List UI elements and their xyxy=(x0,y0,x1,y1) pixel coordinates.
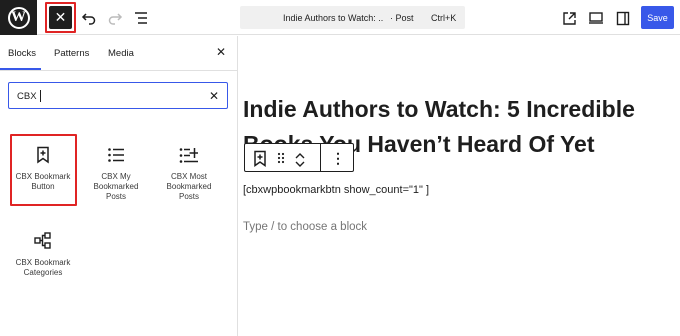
move-down-button[interactable] xyxy=(293,155,307,173)
redo-button[interactable] xyxy=(104,7,126,29)
wordpress-logo-glyph: W xyxy=(11,9,26,25)
block-type-button[interactable] xyxy=(251,149,269,167)
block-appender-placeholder[interactable]: Type / to choose a block xyxy=(243,221,367,233)
view-post-icon xyxy=(562,11,576,25)
toolbar-separator xyxy=(320,144,321,171)
shortcut-hint: Ctrl+K xyxy=(431,13,457,23)
block-options-button[interactable]: ⋮ xyxy=(329,149,347,167)
shortcode-block[interactable]: [cbxwpbookmarkbtn show_count="1" ] xyxy=(243,184,429,196)
bookmark-add-icon xyxy=(254,150,266,167)
block-cbx-bookmark-button[interactable]: CBX Bookmark Button xyxy=(11,136,75,192)
block-cbx-my-bookmarked-posts[interactable]: CBX My Bookmarked Posts xyxy=(84,136,148,202)
search-value: CBX xyxy=(17,91,37,102)
close-icon: ✕ xyxy=(215,45,227,59)
settings-sidebar-button[interactable] xyxy=(612,7,634,29)
block-label: CBX Most Bookmarked Posts xyxy=(166,172,212,201)
move-down-icon xyxy=(295,161,305,167)
bookmark-add-icon xyxy=(32,144,54,166)
document-overview-button[interactable] xyxy=(130,7,152,29)
close-icon: ✕ xyxy=(208,89,220,103)
block-toolbar: ⋮ xyxy=(244,143,354,172)
block-cbx-bookmark-categories[interactable]: CBX Bookmark Categories xyxy=(11,222,75,278)
active-tab-indicator xyxy=(0,68,41,70)
clear-search-button[interactable]: ✕ xyxy=(207,89,221,103)
category-tree-icon xyxy=(32,230,54,252)
command-palette-bar[interactable]: Indie Authors to Watch: ... · Post Ctrl+… xyxy=(240,6,465,29)
block-cbx-most-bookmarked-posts[interactable]: CBX Most Bookmarked Posts xyxy=(157,136,221,202)
drag-handle[interactable] xyxy=(275,149,287,167)
view-post-button[interactable] xyxy=(558,7,580,29)
block-label: CBX My Bookmarked Posts xyxy=(93,172,139,201)
block-label: CBX Bookmark Button xyxy=(15,172,71,191)
editor-header: W ✕ Indie Authors to Watch: ... · Post C… xyxy=(0,0,680,35)
tab-media[interactable]: Media xyxy=(108,48,134,59)
document-title: Indie Authors to Watch: ... xyxy=(283,13,383,23)
tab-blocks[interactable]: Blocks xyxy=(8,48,36,59)
wordpress-logo-icon: W xyxy=(7,6,30,29)
undo-button[interactable] xyxy=(78,7,100,29)
inserter-tabs: Blocks Patterns Media ✕ xyxy=(0,36,237,71)
close-inserter-button[interactable]: ✕ xyxy=(49,6,72,29)
document-overview-icon xyxy=(135,12,147,24)
list-add-icon xyxy=(178,144,200,166)
save-button[interactable]: Save xyxy=(641,6,674,29)
wordpress-logo-button[interactable]: W xyxy=(0,0,37,35)
settings-sidebar-icon xyxy=(616,11,630,25)
drag-handle-icon xyxy=(277,152,285,164)
undo-icon xyxy=(81,13,96,25)
block-inserter-panel: Blocks Patterns Media ✕ CBX ✕ CBX Bookma… xyxy=(0,36,238,336)
document-type: · Post xyxy=(390,13,414,23)
text-caret xyxy=(40,90,41,102)
editor-canvas: Indie Authors to Watch: 5 Incredible Boo… xyxy=(239,36,680,336)
list-icon xyxy=(105,144,127,166)
preview-desktop-icon xyxy=(589,12,603,24)
block-label: CBX Bookmark Categories xyxy=(15,258,71,277)
tab-patterns[interactable]: Patterns xyxy=(54,48,89,59)
more-options-icon: ⋮ xyxy=(331,149,345,166)
close-inserter-highlight: ✕ xyxy=(45,2,76,33)
close-panel-button[interactable]: ✕ xyxy=(214,45,228,59)
preview-desktop-button[interactable] xyxy=(585,7,607,29)
block-search-input[interactable]: CBX ✕ xyxy=(8,82,228,109)
close-icon: ✕ xyxy=(54,9,67,25)
redo-icon xyxy=(108,13,123,25)
